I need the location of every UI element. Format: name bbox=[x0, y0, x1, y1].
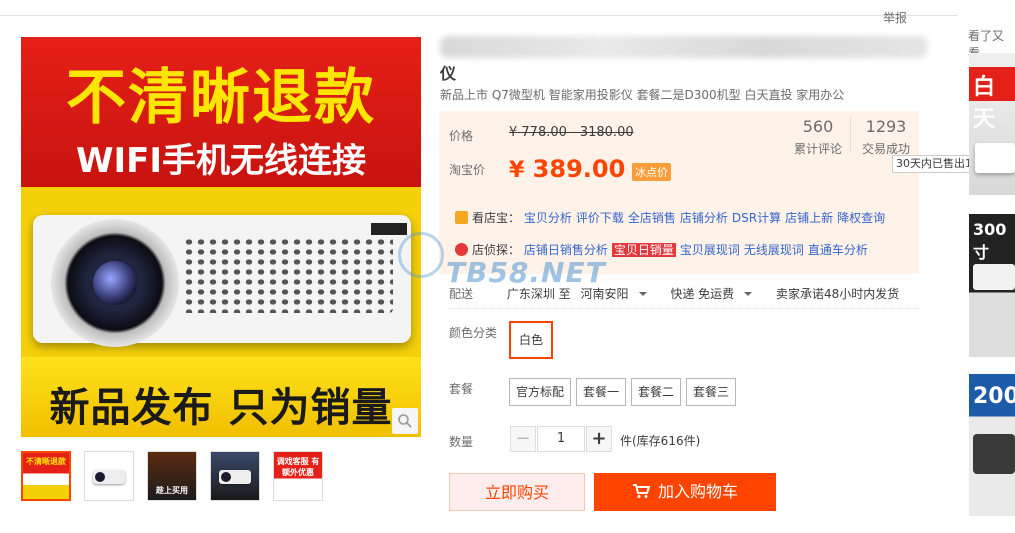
color-label: 颜色分类 bbox=[449, 326, 498, 340]
product-title-blurred bbox=[440, 36, 928, 58]
image-subline: WIFI手机无线连接 bbox=[75, 141, 367, 181]
promo-price-value: 389.00 bbox=[532, 155, 626, 183]
tool-link[interactable]: 宝贝分析 bbox=[524, 211, 572, 225]
product-subtitle: 新品上市 Q7微型机 智能家用投影仪 套餐二是D300机型 白天直投 家用办公 bbox=[440, 88, 845, 102]
delivery-to-select[interactable]: 河南安阳 bbox=[581, 287, 653, 301]
quantity-label: 数量 bbox=[449, 435, 474, 449]
thumbnail-2[interactable] bbox=[84, 451, 134, 501]
kandianbao-icon bbox=[455, 211, 468, 224]
product-title: 仪 bbox=[440, 64, 457, 83]
thumbnail-5[interactable]: 调戏客服 有额外优惠 bbox=[273, 451, 323, 501]
package-option[interactable]: 套餐一 bbox=[576, 378, 627, 406]
tool-link[interactable]: 全店销售 bbox=[628, 211, 676, 225]
sales-count[interactable]: 1293 bbox=[858, 117, 914, 136]
delivery-label: 配送 bbox=[449, 287, 474, 301]
watermark-logo bbox=[398, 232, 444, 278]
chevron-down-icon bbox=[638, 292, 647, 296]
delivery-promise: 卖家承诺48小时内发货 bbox=[776, 287, 900, 301]
quantity-input[interactable]: 1 bbox=[537, 426, 585, 452]
recommended-item-3[interactable]: 200 bbox=[969, 374, 1015, 516]
thumbnail-4[interactable] bbox=[210, 451, 260, 501]
add-to-cart-button[interactable]: 加入购物车 bbox=[594, 473, 776, 511]
diantan-icon bbox=[455, 243, 468, 256]
delivery-row: 配送 广东深圳 至 河南安阳 快递 免运费 卖家承诺48小时内发货 bbox=[449, 285, 905, 302]
recommended-item-2[interactable]: 300寸 bbox=[969, 214, 1015, 357]
tool-link[interactable]: 降权查询 bbox=[837, 211, 885, 225]
tool-link[interactable]: 店铺上新 bbox=[785, 211, 833, 225]
tool-link[interactable]: 评价下载 bbox=[576, 211, 624, 225]
projector-grill bbox=[183, 237, 393, 313]
price-badge: 冰点价 bbox=[632, 163, 671, 181]
currency-symbol: ¥ bbox=[509, 158, 525, 183]
package-label: 套餐 bbox=[449, 382, 474, 396]
recommended-item-1[interactable]: 白天 bbox=[969, 53, 1015, 195]
tool-link[interactable]: DSR计算 bbox=[732, 211, 781, 225]
quantity-decrease-button[interactable]: − bbox=[510, 426, 536, 452]
report-link[interactable]: 举报 bbox=[883, 9, 907, 26]
thumbnail-1[interactable]: 不清晰退款 bbox=[21, 451, 71, 501]
tool-link[interactable]: 宝贝展现词 bbox=[680, 243, 740, 257]
price-label: 价格 bbox=[449, 129, 474, 143]
reviews-label[interactable]: 累计评论 bbox=[790, 140, 846, 157]
express-select[interactable]: 快递 免运费 bbox=[670, 287, 758, 301]
tool-link-highlighted[interactable]: 宝贝日销量 bbox=[611, 243, 676, 257]
projector-illustration bbox=[33, 215, 411, 347]
color-option-white[interactable]: 白色 bbox=[509, 321, 554, 359]
divider bbox=[449, 308, 919, 309]
color-options: 白色 bbox=[509, 321, 558, 359]
chevron-down-icon bbox=[744, 292, 753, 296]
tool-link[interactable]: 直通车分析 bbox=[808, 243, 868, 257]
image-footer: 新品发布 只为销量 bbox=[49, 385, 393, 431]
zoom-icon[interactable] bbox=[392, 408, 418, 434]
projector-lens bbox=[51, 219, 179, 347]
thumbnail-3[interactable]: 趁上买用 bbox=[147, 451, 197, 501]
package-option[interactable]: 官方标配 bbox=[509, 378, 572, 406]
buy-now-button[interactable]: 立即购买 bbox=[449, 473, 585, 511]
package-option[interactable]: 套餐二 bbox=[631, 378, 682, 406]
diantan-label: 店侦探： bbox=[472, 243, 521, 257]
promo-price-label: 淘宝价 bbox=[449, 163, 486, 177]
stats-divider bbox=[850, 117, 851, 153]
tool-link[interactable]: 店铺分析 bbox=[680, 211, 728, 225]
thumbnail-strip: 不清晰退款 趁上买用 调戏客服 有额外优惠 bbox=[21, 451, 323, 501]
delivery-from: 广东深圳 至 bbox=[506, 287, 571, 301]
original-price: ¥ 778.00 - 3180.00 bbox=[509, 125, 634, 140]
image-headline: 不清晰退款 bbox=[66, 63, 376, 133]
tool-link[interactable]: 无线展现词 bbox=[744, 243, 804, 257]
main-product-image[interactable]: 不清晰退款 WIFI手机无线连接 新品发布 只为销量 bbox=[21, 37, 421, 437]
reviews-count[interactable]: 560 bbox=[790, 117, 846, 136]
cart-icon bbox=[632, 484, 651, 498]
quantity-increase-button[interactable]: + bbox=[586, 426, 612, 452]
promo-price: ¥ 389.00 bbox=[509, 155, 625, 183]
add-to-cart-label: 加入购物车 bbox=[657, 482, 738, 501]
kandianbao-label: 看店宝： bbox=[472, 211, 521, 225]
package-option[interactable]: 套餐三 bbox=[686, 378, 737, 406]
tool-link[interactable]: 店铺日销售分析 bbox=[524, 243, 608, 257]
kandianbao-row: 看店宝： 宝贝分析 评价下载 全店销售 店铺分析 DSR计算 店铺上新 降权查询 bbox=[455, 209, 889, 226]
package-options: 官方标配 套餐一 套餐二 套餐三 bbox=[509, 378, 741, 406]
projector-display bbox=[371, 223, 407, 235]
stock-info: 件(库存616件) bbox=[620, 434, 701, 448]
